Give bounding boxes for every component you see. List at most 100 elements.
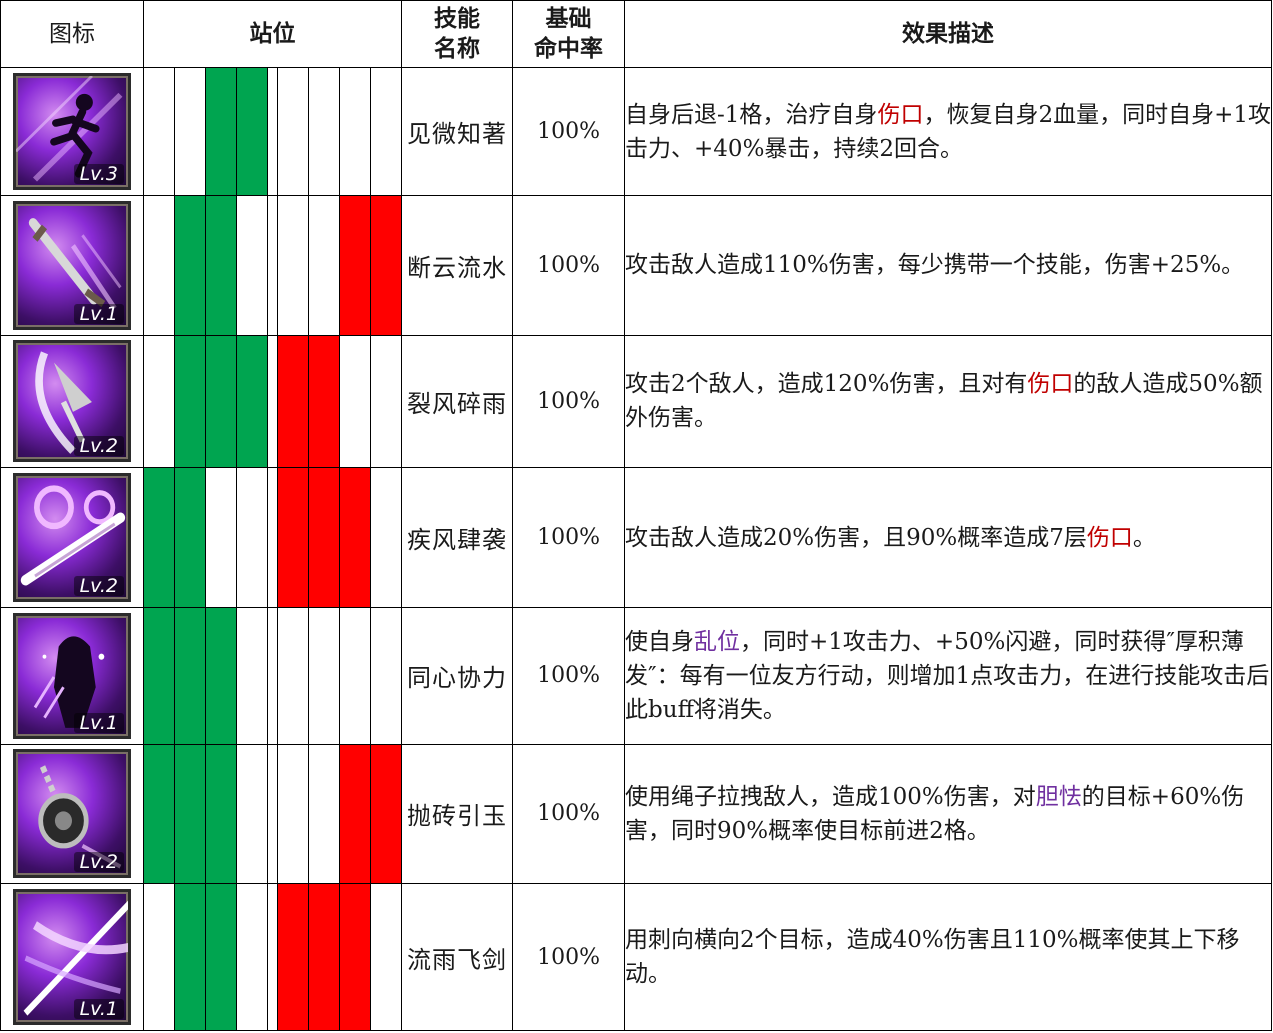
ally-position-empty bbox=[205, 467, 237, 608]
skill-level-label: Lv.1 bbox=[73, 712, 124, 733]
skill-hit-rate: 100% bbox=[512, 883, 626, 1031]
enemy-position-active bbox=[308, 334, 340, 469]
ally-position-empty bbox=[143, 67, 175, 196]
ally-position-empty bbox=[236, 743, 268, 885]
skill-name: 裂风碎雨 bbox=[401, 334, 514, 469]
ally-position-active bbox=[236, 67, 268, 196]
effect-text: 攻击2个敌人，造成120%伤害，且对有 bbox=[625, 371, 1028, 398]
keyword-wound: 伤口 bbox=[877, 101, 924, 128]
skill-row: Lv.2 裂风碎雨 100% 攻击2个敌人，造成120%伤害，且对有伤口的敌人造成50… bbox=[0, 334, 1273, 469]
skill-effect-description: 用刺向横向2个目标，造成40%伤害且110%概率使其上下移动。 bbox=[624, 883, 1273, 1031]
ally-position-active bbox=[205, 67, 237, 196]
skill-level-label: Lv.1 bbox=[73, 303, 124, 324]
enemy-position-active bbox=[339, 467, 371, 608]
enemy-position-active bbox=[369, 743, 403, 885]
enemy-position-active bbox=[339, 194, 371, 336]
keyword-status: 乱位 bbox=[694, 628, 741, 655]
keyword-wound: 伤口 bbox=[1086, 524, 1133, 551]
enemy-position-active bbox=[369, 194, 403, 336]
ally-position-empty bbox=[174, 67, 206, 196]
skill-effect-description: 攻击2个敌人，造成120%伤害，且对有伤口的敌人造成50%额外伤害。 bbox=[624, 334, 1273, 469]
effect-text: 使自身 bbox=[625, 628, 695, 655]
skill-name: 见微知著 bbox=[401, 67, 514, 196]
skill-effect-description: 自身后退-1格，治疗自身伤口，恢复自身2血量，同时自身+1攻击力、+40%暴击，… bbox=[624, 67, 1273, 196]
effect-text: 攻击敌人造成110%伤害，每少携带一个技能，伤害+25%。 bbox=[625, 252, 1245, 279]
skill-icon-cell: Lv.2 bbox=[0, 743, 144, 885]
skill-icon-cell: Lv.1 bbox=[0, 194, 144, 336]
skill-icon-cell: Lv.2 bbox=[0, 334, 144, 469]
skill-row: Lv.2 疾风肆袭 100% 攻击敌人造成20%伤害，且90%概率造成7层伤口。 bbox=[0, 467, 1273, 608]
enemy-position-empty bbox=[339, 606, 371, 745]
skill-row: Lv.2 抛砖引玉 100% 使用绳子拉拽敌人，造成100%伤害，对胆怯的目标+60%… bbox=[0, 743, 1273, 885]
header-skill-name-line2: 名称 bbox=[434, 35, 481, 63]
crossed-blades-icon: Lv.1 bbox=[13, 889, 131, 1026]
skill-name: 疾风肆袭 bbox=[401, 467, 514, 608]
enemy-position-empty bbox=[369, 467, 403, 608]
skill-hit-rate: 100% bbox=[512, 67, 626, 196]
running-figure-icon: Lv.3 bbox=[13, 73, 131, 191]
enemy-position-empty bbox=[308, 606, 340, 745]
skill-name: 断云流水 bbox=[401, 194, 514, 336]
skill-level-label: Lv.2 bbox=[73, 576, 124, 597]
skill-level-label: Lv.2 bbox=[73, 436, 124, 457]
dagger-icon: Lv.1 bbox=[13, 200, 131, 330]
keyword-status: 胆怯 bbox=[1035, 783, 1082, 810]
ally-position-active bbox=[174, 883, 206, 1031]
enemy-position-empty bbox=[369, 883, 403, 1031]
enemy-position-active bbox=[339, 883, 371, 1031]
enemy-position-active bbox=[277, 883, 309, 1031]
enemy-position-empty bbox=[308, 194, 340, 336]
ally-position-active bbox=[205, 334, 237, 469]
enemy-position-empty bbox=[277, 743, 309, 885]
keyword-wound: 伤口 bbox=[1027, 371, 1074, 398]
header-effect: 效果描述 bbox=[624, 0, 1273, 69]
position-divider bbox=[267, 467, 278, 608]
skill-name: 同心协力 bbox=[401, 606, 514, 745]
skill-row: Lv.1 流雨飞剑 100% 用刺向横向2个目标，造成40%伤害且110%概率使其上下… bbox=[0, 883, 1273, 1031]
header-hit-rate-line1: 基础 bbox=[545, 5, 592, 33]
skill-icon-cell: Lv.1 bbox=[0, 883, 144, 1031]
ally-position-active bbox=[205, 194, 237, 336]
blade-slash-icon: Lv.2 bbox=[13, 340, 131, 463]
ally-position-active bbox=[236, 334, 268, 469]
ally-position-empty bbox=[236, 194, 268, 336]
enemy-position-empty bbox=[277, 194, 309, 336]
skill-icon-cell: Lv.2 bbox=[0, 467, 144, 608]
skill-row: Lv.1 断云流水 100% 攻击敌人造成110%伤害，每少携带一个技能，伤害+25%… bbox=[0, 194, 1273, 336]
enemy-position-empty bbox=[369, 67, 403, 196]
skill-level-label: Lv.2 bbox=[73, 852, 124, 873]
skill-effect-description: 攻击敌人造成110%伤害，每少携带一个技能，伤害+25%。 bbox=[624, 194, 1273, 336]
enemy-position-empty bbox=[277, 67, 309, 196]
effect-text: 攻击敌人造成20%伤害，且90%概率造成7层 bbox=[625, 524, 1087, 551]
enemy-position-empty bbox=[277, 606, 309, 745]
ally-position-empty bbox=[143, 194, 175, 336]
effect-text: 用刺向横向2个目标，造成40%伤害且110%概率使其上下移动。 bbox=[625, 927, 1240, 988]
header-skill-name: 技能 名称 bbox=[401, 0, 514, 69]
skill-icon-cell: Lv.3 bbox=[0, 67, 144, 196]
enemy-position-empty bbox=[369, 606, 403, 745]
skill-effect-description: 攻击敌人造成20%伤害，且90%概率造成7层伤口。 bbox=[624, 467, 1273, 608]
skill-row: Lv.3 见微知著 100% 自身后退-1格，治疗自身伤口，恢复自身2血量，同时自身+… bbox=[0, 67, 1273, 196]
ally-position-active bbox=[174, 467, 206, 608]
header-row: 图标 站位 技能 名称 基础 命中率 效果描述 bbox=[0, 0, 1273, 69]
header-hit-rate: 基础 命中率 bbox=[512, 0, 626, 69]
sword-swirl-icon: Lv.2 bbox=[13, 473, 131, 603]
ally-position-active bbox=[205, 743, 237, 885]
effect-text: 使用绳子拉拽敌人，造成100%伤害，对 bbox=[625, 783, 1036, 810]
position-divider bbox=[267, 606, 278, 745]
skill-row: Lv.1 同心协力 100% 使自身乱位，同时+1攻击力、+50%闪避，同时获得″厚积… bbox=[0, 606, 1273, 745]
header-skill-name-line1: 技能 bbox=[434, 5, 481, 33]
ally-position-empty bbox=[143, 334, 175, 469]
ally-position-empty bbox=[236, 883, 268, 1031]
enemy-position-active bbox=[277, 467, 309, 608]
ally-position-active bbox=[174, 606, 206, 745]
skill-effect-description: 使用绳子拉拽敌人，造成100%伤害，对胆怯的目标+60%伤害，同时90%概率使目… bbox=[624, 743, 1273, 885]
enemy-position-empty bbox=[339, 67, 371, 196]
effect-text: 。 bbox=[1132, 524, 1156, 551]
ally-position-empty bbox=[236, 606, 268, 745]
enemy-position-active bbox=[339, 743, 371, 885]
header-icon: 图标 bbox=[0, 0, 144, 69]
ally-position-active bbox=[143, 743, 175, 885]
enemy-position-empty bbox=[339, 334, 371, 469]
position-divider bbox=[267, 194, 278, 336]
